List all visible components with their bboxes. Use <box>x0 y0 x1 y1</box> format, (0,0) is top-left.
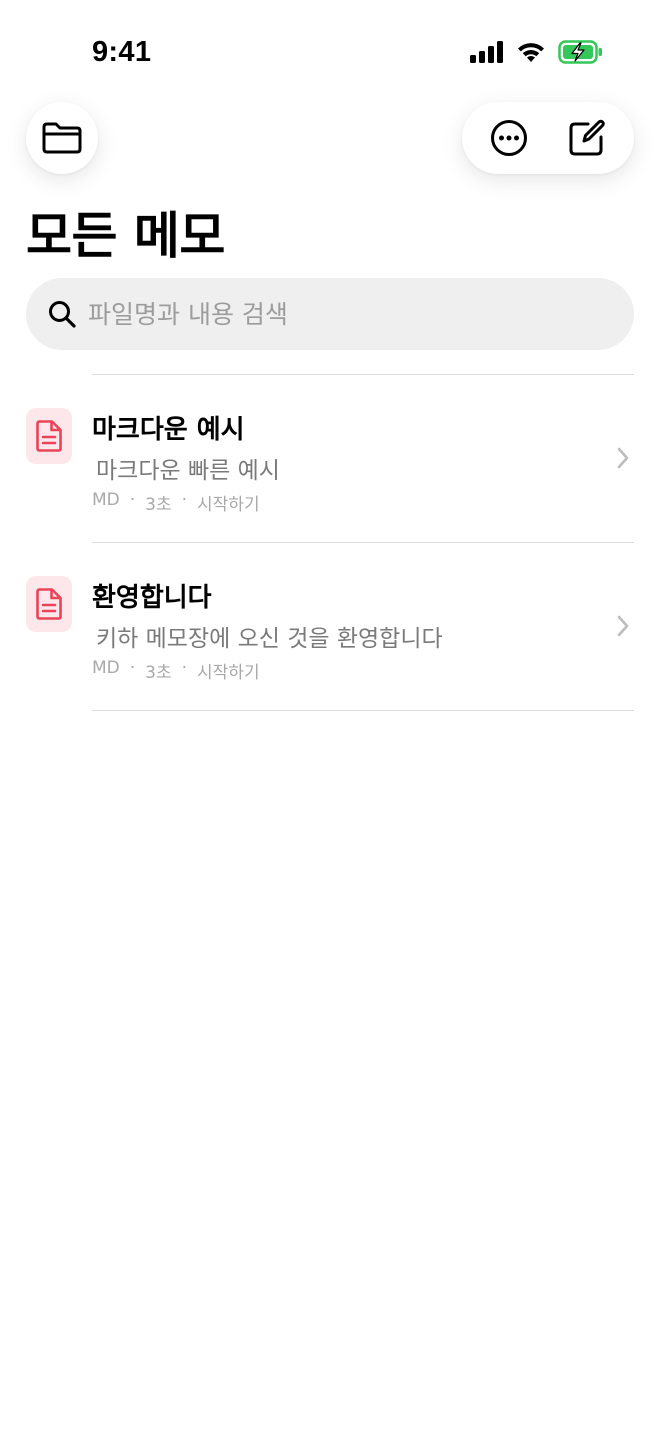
document-icon <box>36 588 62 620</box>
note-format: MD <box>92 658 120 678</box>
notes-list: 마크다운 예시 마크다운 빠른 예시 MD · 3초 · 시작하기 환영합니다 … <box>0 374 660 711</box>
toolbar-actions <box>462 102 634 174</box>
meta-separator: · <box>181 490 188 510</box>
search-icon <box>49 301 76 328</box>
note-icon-wrapper <box>26 576 72 632</box>
folders-button[interactable] <box>26 102 98 174</box>
page-title: 모든 메모 <box>26 207 225 265</box>
compose-icon <box>569 119 605 156</box>
note-preview: 마크다운 빠른 예시 <box>96 458 280 484</box>
compose-button[interactable] <box>555 106 619 170</box>
note-item[interactable]: 마크다운 예시 마크다운 빠른 예시 MD · 3초 · 시작하기 <box>0 375 660 542</box>
note-folder: 시작하기 <box>197 495 260 515</box>
meta-separator: · <box>181 658 188 678</box>
note-time: 3초 <box>145 663 172 683</box>
meta-separator: · <box>129 490 136 510</box>
folder-icon <box>42 122 82 154</box>
ellipsis-circle-icon <box>491 120 527 156</box>
battery-charging-icon <box>558 40 602 64</box>
chevron-right-icon <box>617 615 629 637</box>
status-bar: 9:41 <box>0 0 660 100</box>
status-icons <box>470 40 604 64</box>
status-time: 9:41 <box>92 36 152 68</box>
note-format: MD <box>92 490 120 510</box>
wifi-icon <box>518 43 544 62</box>
screen: 9:41 모든 메모 파일명과 내용 검색 마크다운 예시 마크다운 빠른 예시… <box>0 0 660 1435</box>
search-input[interactable] <box>88 299 568 329</box>
note-meta: MD · 3초 · 시작하기 <box>92 490 260 515</box>
note-title: 마크다운 예시 <box>92 415 245 445</box>
document-icon <box>36 420 62 452</box>
note-folder: 시작하기 <box>197 663 260 683</box>
signal-icon <box>470 41 503 63</box>
note-icon-wrapper <box>26 408 72 464</box>
more-button[interactable] <box>477 106 541 170</box>
meta-separator: · <box>129 658 136 678</box>
search-bar[interactable] <box>26 278 634 350</box>
note-item[interactable]: 환영합니다 키하 메모장에 오신 것을 환영합니다 MD · 3초 · 시작하기 <box>0 543 660 710</box>
note-title: 환영합니다 <box>92 583 212 613</box>
note-time: 3초 <box>145 495 172 515</box>
divider <box>92 710 634 711</box>
chevron-right-icon <box>617 447 629 469</box>
note-meta: MD · 3초 · 시작하기 <box>92 658 260 683</box>
note-preview: 키하 메모장에 오신 것을 환영합니다 <box>96 626 443 652</box>
